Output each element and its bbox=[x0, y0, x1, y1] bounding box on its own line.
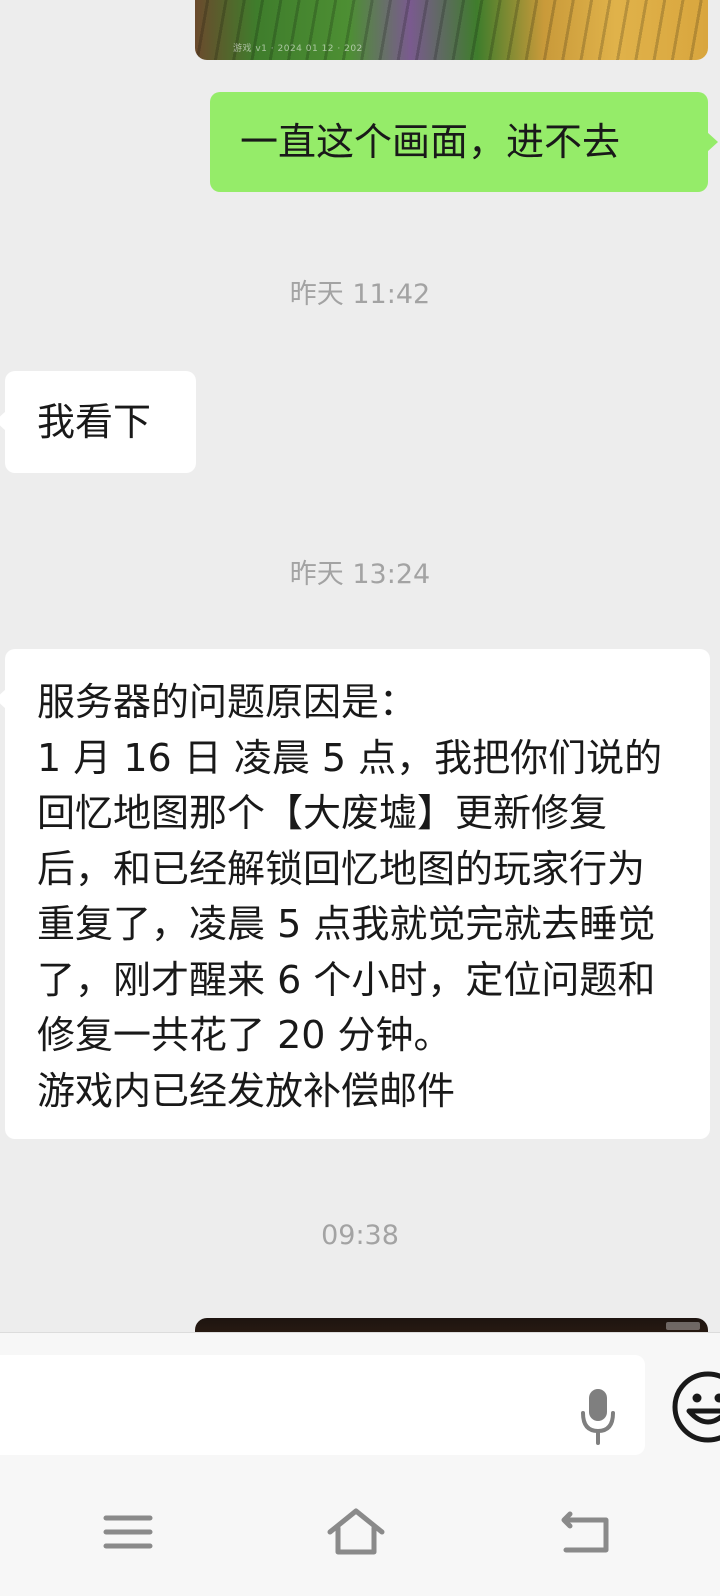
message-text: 我看下 bbox=[37, 400, 152, 444]
back-icon[interactable] bbox=[556, 1506, 616, 1558]
message-input[interactable] bbox=[0, 1355, 645, 1455]
emoji-icon[interactable] bbox=[670, 1369, 720, 1445]
message-timestamp: 昨天 13:24 bbox=[289, 559, 431, 590]
image-overlay-badge bbox=[666, 1322, 700, 1330]
message-text: 服务器的问题原因是： 1 月 16 日 凌晨 5 点，我把你们说的回忆地图那个【… bbox=[37, 680, 663, 1113]
message-timestamp: 昨天 11:42 bbox=[289, 279, 431, 310]
incoming-message-bubble[interactable]: 我看下 bbox=[0, 371, 196, 473]
image-message-game-screenshot[interactable]: 游戏 v1 · 2024 01 12 · 202 bbox=[195, 0, 708, 60]
home-icon[interactable] bbox=[326, 1506, 386, 1558]
system-navigation-bar bbox=[0, 1456, 720, 1596]
image-timestamp-overlay: 游戏 v1 · 2024 01 12 · 202 bbox=[233, 44, 363, 54]
outgoing-message-bubble[interactable]: 一直这个画面，进不去 bbox=[210, 92, 718, 192]
message-timestamp: 09:38 bbox=[321, 1220, 399, 1251]
image-message-game-screenshot[interactable] bbox=[195, 1318, 708, 1332]
incoming-message-bubble[interactable]: 服务器的问题原因是： 1 月 16 日 凌晨 5 点，我把你们说的回忆地图那个【… bbox=[0, 649, 710, 1139]
input-bar bbox=[0, 1332, 720, 1457]
message-text: 一直这个画面，进不去 bbox=[240, 120, 621, 164]
microphone-icon[interactable] bbox=[580, 1387, 616, 1447]
menu-icon[interactable] bbox=[98, 1506, 158, 1558]
chat-area: 游戏 v1 · 2024 01 12 · 202 一直这个画面，进不去 昨天 1… bbox=[0, 0, 720, 1332]
